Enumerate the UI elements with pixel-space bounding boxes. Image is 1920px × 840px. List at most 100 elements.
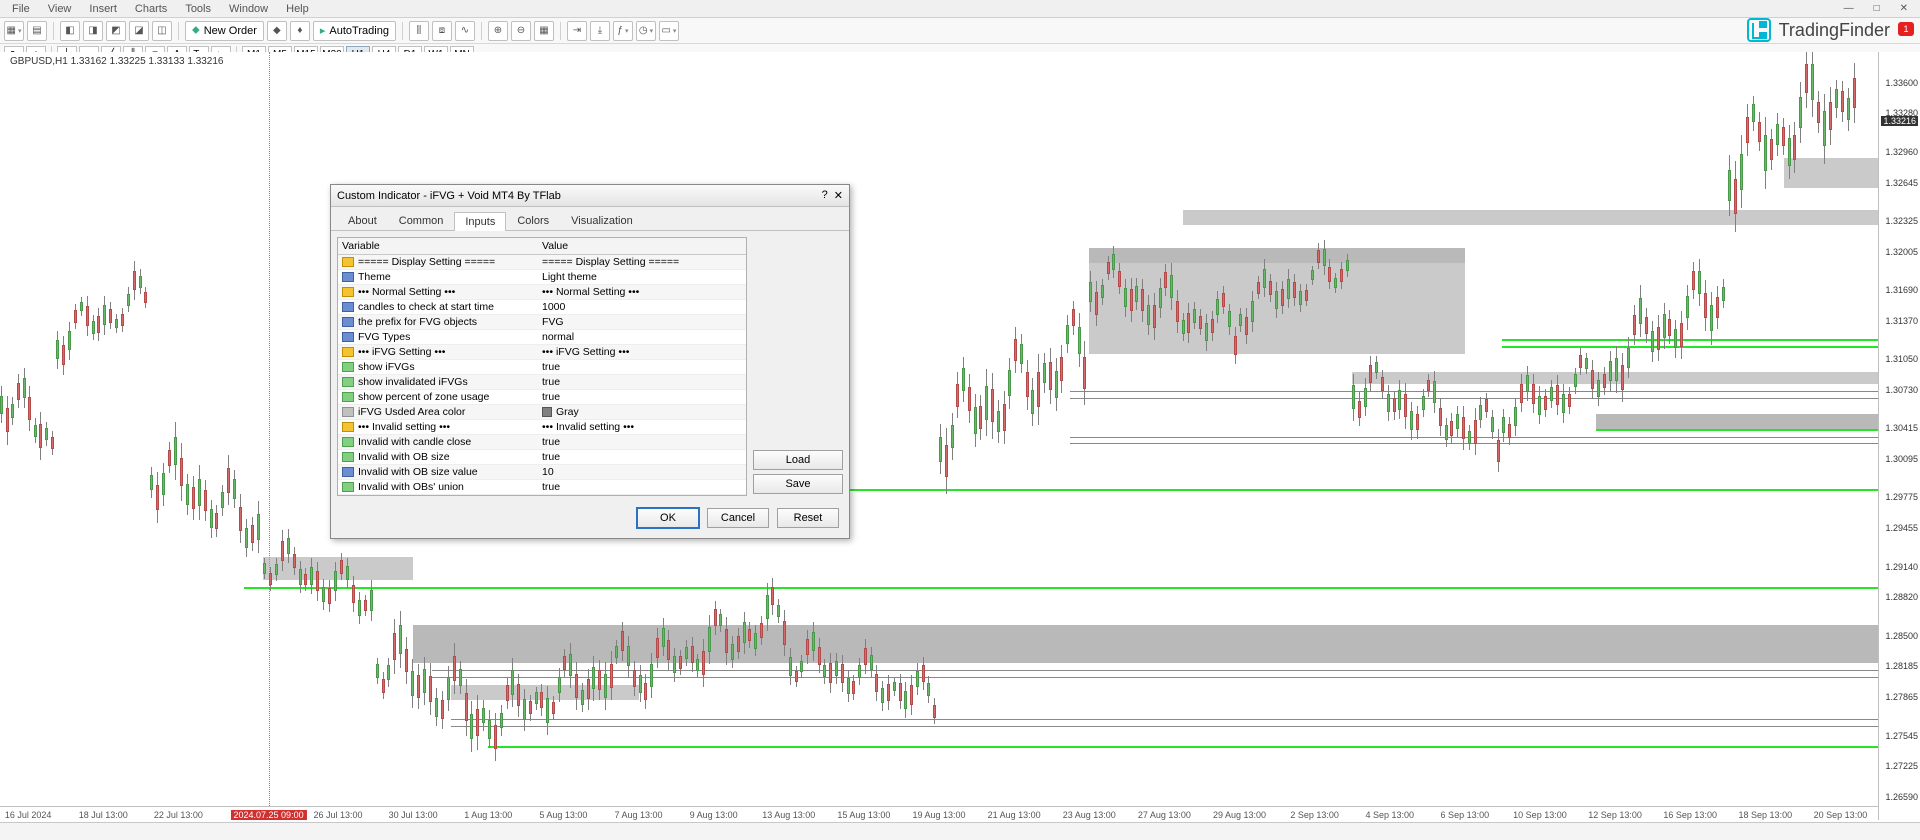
chart-area[interactable]: GBPUSD,H1 1.33162 1.33225 1.33133 1.3321… <box>0 52 1920 820</box>
line-chart-button[interactable]: ∿ <box>455 21 475 41</box>
param-row[interactable]: show invalidated iFVGstrue <box>338 375 746 390</box>
dialog-titlebar[interactable]: Custom Indicator - iFVG + Void MT4 By TF… <box>331 185 849 207</box>
param-row[interactable]: Invalid with OBs' uniontrue <box>338 480 746 495</box>
time-tick: 21 Aug 13:00 <box>988 810 1041 820</box>
bar-chart-button[interactable]: ⫼ <box>409 21 429 41</box>
data-window-button[interactable]: ◨ <box>83 21 103 41</box>
load-button[interactable]: Load <box>753 450 843 470</box>
param-value[interactable]: Gray <box>538 405 746 419</box>
price-tick: 1.29455 <box>1885 523 1918 533</box>
param-row[interactable]: ThemeLight theme <box>338 270 746 285</box>
tab-about[interactable]: About <box>337 211 388 230</box>
param-value[interactable]: true <box>538 375 746 389</box>
periods-button[interactable]: ◷ <box>636 21 656 41</box>
param-value[interactable]: ••• Normal Setting ••• <box>538 285 746 299</box>
tile-windows-button[interactable]: ▦ <box>534 21 554 41</box>
price-tick: 1.28820 <box>1885 592 1918 602</box>
win-close-icon[interactable]: ✕ <box>1892 1 1916 16</box>
candle-chart-button[interactable]: ⧈ <box>432 21 452 41</box>
time-tick: 16 Jul 2024 <box>5 810 52 820</box>
param-row[interactable]: show percent of zone usagetrue <box>338 390 746 405</box>
param-row[interactable]: show iFVGstrue <box>338 360 746 375</box>
param-value[interactable]: true <box>538 390 746 404</box>
dialog-close-icon[interactable]: ✕ <box>834 189 843 202</box>
save-button[interactable]: Save <box>753 474 843 494</box>
price-tick: 1.32325 <box>1885 216 1918 226</box>
param-value[interactable]: true <box>538 435 746 449</box>
param-value[interactable]: ••• Invalid setting ••• <box>538 420 746 434</box>
zoom-out-button[interactable]: ⊖ <box>511 21 531 41</box>
price-tick: 1.31690 <box>1885 285 1918 295</box>
terminal-button[interactable]: ◪ <box>129 21 149 41</box>
price-tick: 1.27545 <box>1885 731 1918 741</box>
win-max-icon[interactable]: □ <box>1866 1 1888 16</box>
time-tick: 12 Sep 13:00 <box>1588 810 1642 820</box>
time-tick: 10 Sep 13:00 <box>1513 810 1567 820</box>
param-type-icon <box>342 482 354 492</box>
param-row[interactable]: iFVG Usded Area colorGray <box>338 405 746 420</box>
notification-badge[interactable]: 1 <box>1898 22 1914 36</box>
menu-view[interactable]: View <box>40 1 80 17</box>
menu-file[interactable]: File <box>4 1 38 17</box>
dialog-help-icon[interactable]: ? <box>822 189 828 202</box>
time-tick: 1 Aug 13:00 <box>464 810 512 820</box>
param-row[interactable]: Invalid with OB sizetrue <box>338 450 746 465</box>
param-row[interactable]: ••• Normal Setting •••••• Normal Setting… <box>338 285 746 300</box>
param-row[interactable]: ===== Display Setting ========== Display… <box>338 255 746 270</box>
param-value[interactable]: true <box>538 450 746 464</box>
param-row[interactable]: FVG Typesnormal <box>338 330 746 345</box>
menu-tools[interactable]: Tools <box>177 1 219 17</box>
tab-visualization[interactable]: Visualization <box>560 211 644 230</box>
param-value[interactable]: 10 <box>538 465 746 479</box>
time-tick: 26 Jul 13:00 <box>314 810 363 820</box>
param-value[interactable]: true <box>538 360 746 374</box>
metaquotes-button[interactable]: ◆ <box>267 21 287 41</box>
param-row[interactable]: candles to check at start time1000 <box>338 300 746 315</box>
profiles-button[interactable]: ▤ <box>27 21 47 41</box>
parameters-grid[interactable]: Variable Value ===== Display Setting ===… <box>337 237 747 496</box>
param-value[interactable]: FVG <box>538 315 746 329</box>
new-chart-button[interactable]: ▦ <box>4 21 24 41</box>
menu-insert[interactable]: Insert <box>81 1 125 17</box>
param-value[interactable]: 1000 <box>538 300 746 314</box>
param-value[interactable]: normal <box>538 330 746 344</box>
new-order-button[interactable]: ⬥New Order <box>185 21 264 41</box>
menu-window[interactable]: Window <box>221 1 276 17</box>
param-value[interactable]: Light theme <box>538 270 746 284</box>
param-type-icon <box>342 422 354 432</box>
market-watch-button[interactable]: ◧ <box>60 21 80 41</box>
tab-colors[interactable]: Colors <box>506 211 560 230</box>
param-name: ••• iFVG Setting ••• <box>358 346 445 358</box>
param-value[interactable]: true <box>538 480 746 494</box>
time-tick: 4 Sep 13:00 <box>1365 810 1414 820</box>
menu-charts[interactable]: Charts <box>127 1 175 17</box>
param-row[interactable]: ••• iFVG Setting ••• ••• iFVG Setting ••• <box>338 345 746 360</box>
tab-inputs[interactable]: Inputs <box>454 212 506 231</box>
price-axis: 1.336001.332801.332161.329601.326451.323… <box>1878 52 1920 820</box>
navigator-button[interactable]: ◩ <box>106 21 126 41</box>
param-type-icon <box>342 407 354 417</box>
win-min-icon[interactable]: — <box>1836 1 1862 16</box>
reset-button[interactable]: Reset <box>777 508 839 528</box>
signals-button[interactable]: ♦ <box>290 21 310 41</box>
autoscroll-button[interactable]: ⤓ <box>590 21 610 41</box>
templates-button[interactable]: ▭ <box>659 21 679 41</box>
param-value[interactable]: ••• iFVG Setting ••• <box>538 345 746 359</box>
indicators-button[interactable]: ƒ <box>613 21 633 41</box>
tester-button[interactable]: ◫ <box>152 21 172 41</box>
param-row[interactable]: Invalid with candle closetrue <box>338 435 746 450</box>
shift-chart-button[interactable]: ⇥ <box>567 21 587 41</box>
menu-help[interactable]: Help <box>278 1 317 17</box>
time-tick: 15 Aug 13:00 <box>837 810 890 820</box>
zoom-in-button[interactable]: ⊕ <box>488 21 508 41</box>
price-tick: 1.29775 <box>1885 492 1918 502</box>
param-row[interactable]: Invalid with OB size value10 <box>338 465 746 480</box>
param-row[interactable]: the prefix for FVG objectsFVG <box>338 315 746 330</box>
param-type-icon <box>342 437 354 447</box>
cancel-button[interactable]: Cancel <box>707 508 769 528</box>
ok-button[interactable]: OK <box>637 508 699 528</box>
tab-common[interactable]: Common <box>388 211 455 230</box>
param-value[interactable]: ===== Display Setting ===== <box>538 255 746 269</box>
autotrading-button[interactable]: ▸AutoTrading <box>313 21 396 41</box>
param-row[interactable]: ••• Invalid setting •••••• Invalid setti… <box>338 420 746 435</box>
